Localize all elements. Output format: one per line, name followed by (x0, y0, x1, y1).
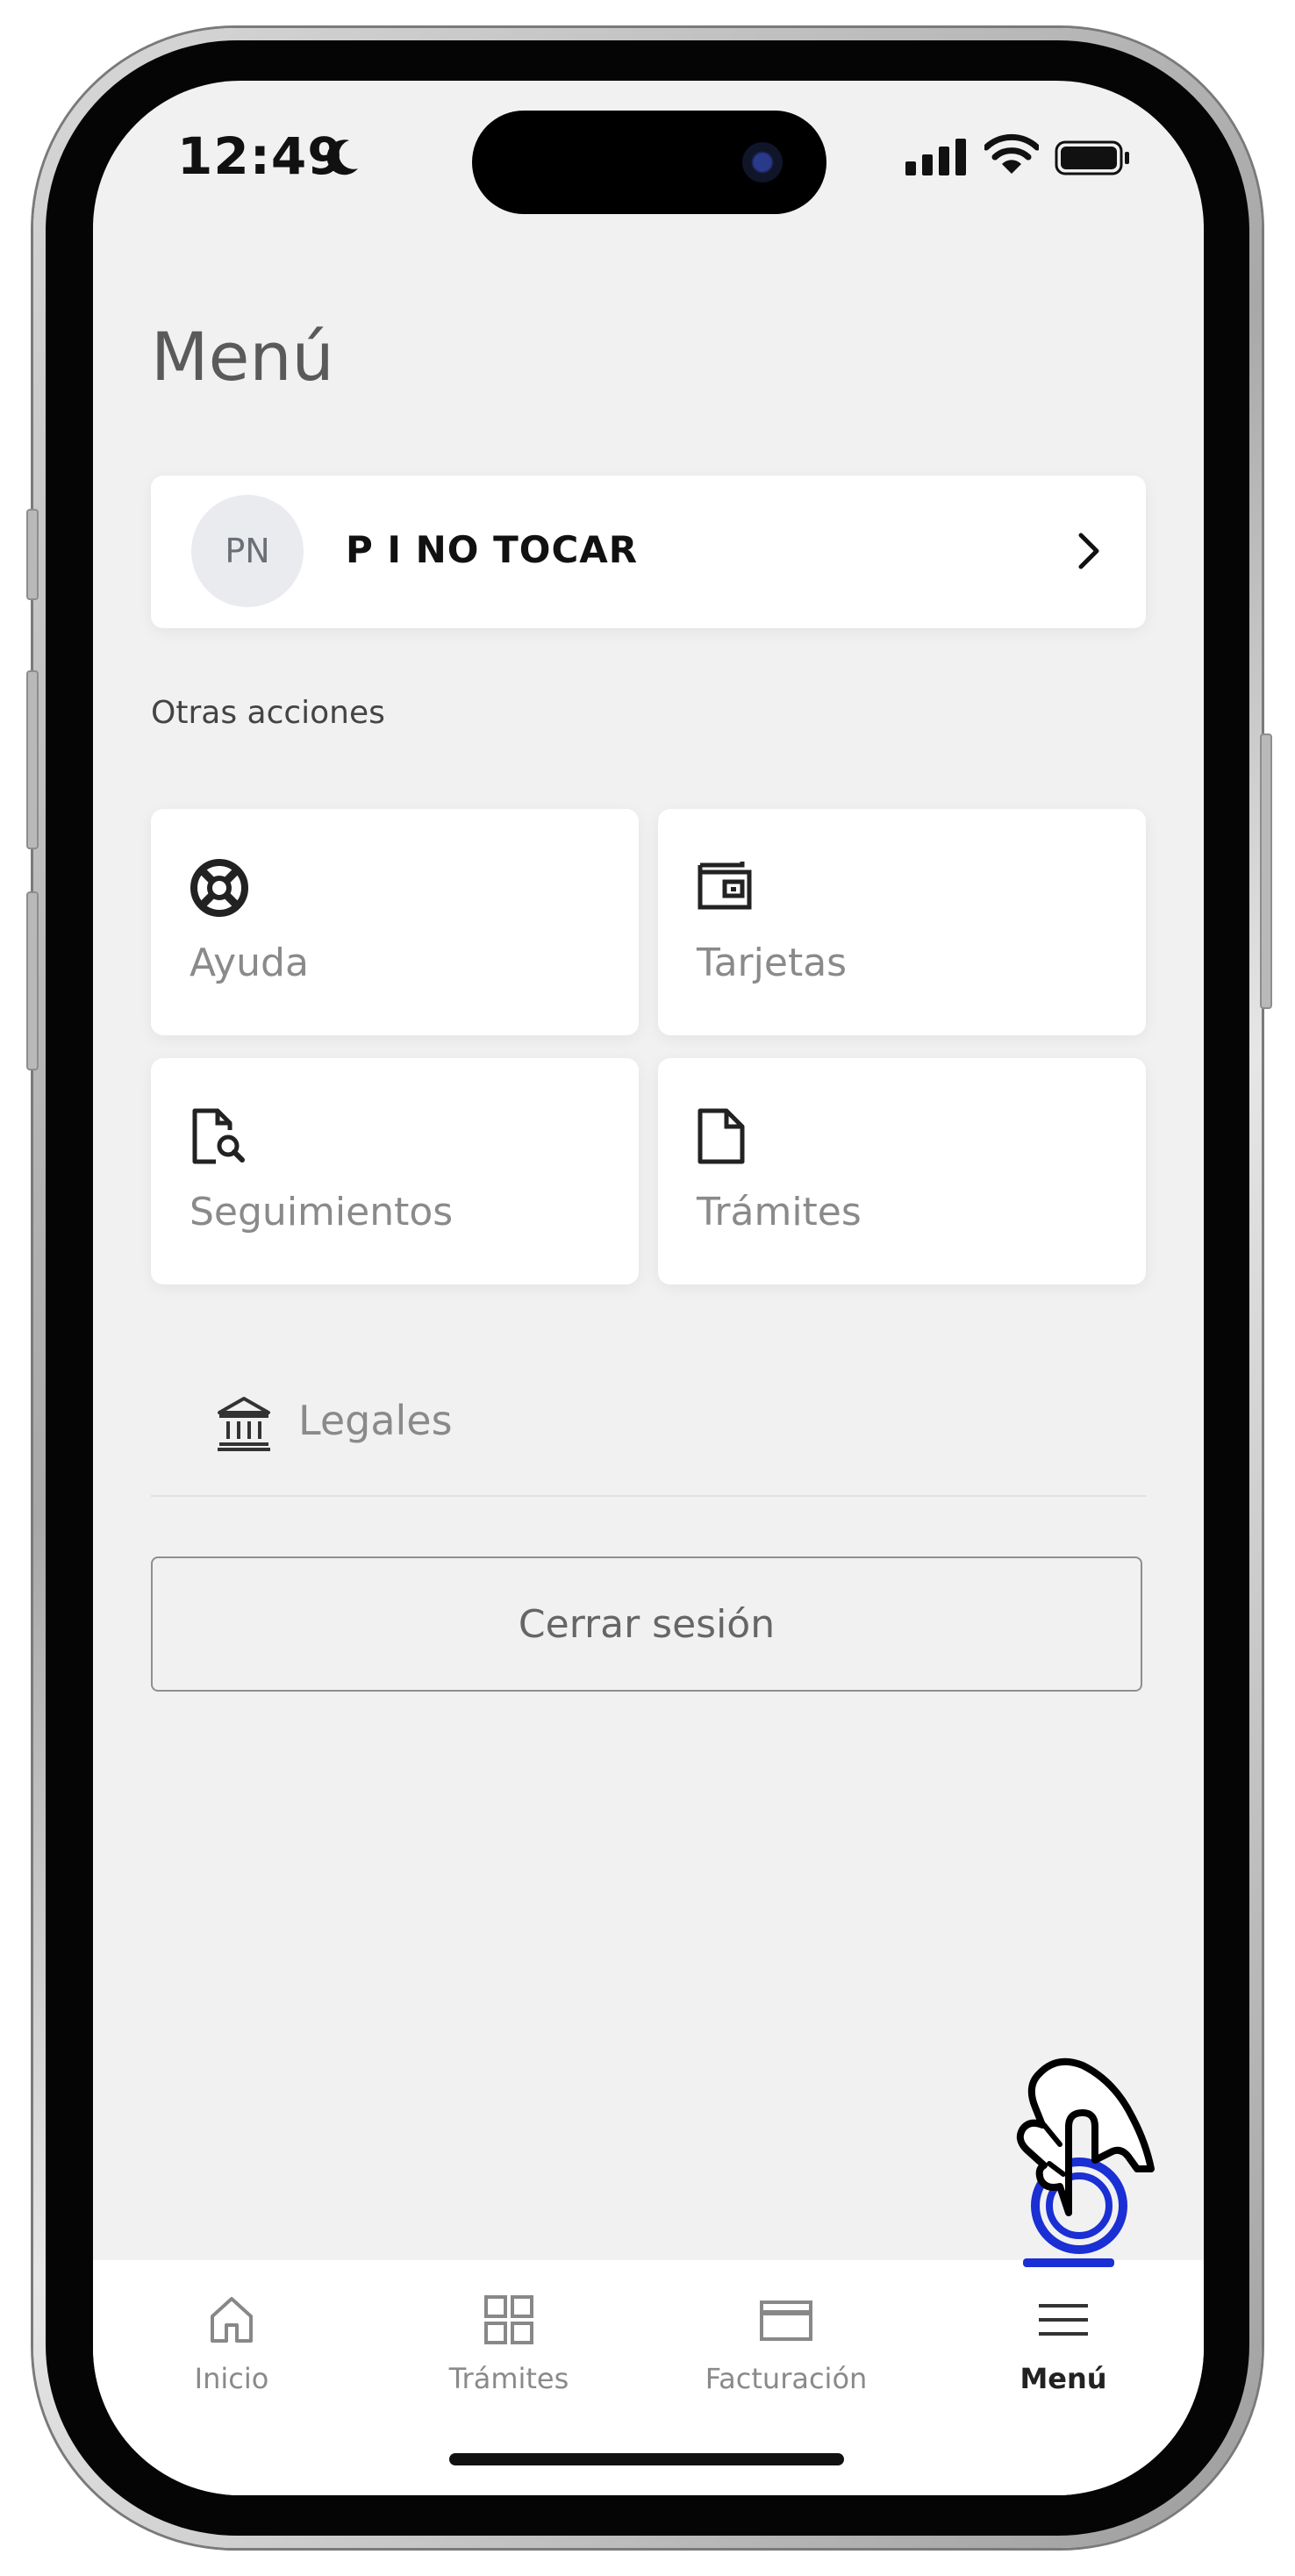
tile-label: Tarjetas (697, 941, 848, 985)
tile-seguimientos[interactable]: Seguimientos (151, 1058, 639, 1284)
tab-facturacion[interactable]: Facturación (648, 2260, 925, 2427)
document-search-icon (192, 1108, 245, 1164)
tab-label: Facturación (705, 2362, 868, 2395)
tab-inicio[interactable]: Inicio (93, 2260, 370, 2427)
tab-label: Menú (1020, 2362, 1107, 2395)
action-button (26, 509, 39, 600)
home-indicator (449, 2453, 844, 2465)
status-time: 12:49 (177, 126, 344, 186)
tile-label: Ayuda (190, 941, 309, 985)
signal-icon (905, 139, 966, 175)
volume-down-button (26, 891, 39, 1070)
avatar: PN (191, 495, 304, 607)
tile-tramites[interactable]: Trámites (658, 1058, 1146, 1284)
tile-label: Seguimientos (190, 1190, 454, 1234)
home-icon (211, 2297, 253, 2343)
tile-ayuda[interactable]: Ayuda (151, 809, 639, 1035)
wallet-icon (698, 862, 752, 910)
tab-tramites[interactable]: Trámites (370, 2260, 648, 2427)
document-icon (698, 1108, 745, 1164)
wifi-icon (984, 133, 1039, 174)
power-button (1260, 733, 1272, 1009)
logout-button[interactable]: Cerrar sesión (151, 1556, 1142, 1692)
tab-label: Trámites (448, 2362, 569, 2395)
camera-icon (742, 142, 783, 182)
section-label: Otras acciones (151, 695, 385, 731)
bank-icon[interactable] (216, 1395, 272, 1451)
profile-card[interactable]: PN P I NO TOCAR (151, 476, 1146, 628)
tap-hand-icon (1016, 2057, 1155, 2254)
tab-label: Inicio (194, 2362, 269, 2395)
grid-icon (484, 2295, 533, 2344)
tile-tarjetas[interactable]: Tarjetas (658, 809, 1146, 1035)
chevron-right-icon (1078, 533, 1099, 569)
phone-screen: 12:49 Menú PN P I NO TOCAR Otras accione… (93, 81, 1204, 2495)
tab-menu[interactable]: Menú (925, 2260, 1202, 2427)
moon-icon (326, 140, 358, 175)
legales-link[interactable]: Legales (298, 1397, 453, 1444)
battery-icon (1055, 140, 1129, 175)
volume-up-button (26, 670, 39, 849)
profile-name: P I NO TOCAR (346, 528, 639, 571)
lifebuoy-icon (190, 859, 248, 917)
page-title: Menú (151, 318, 334, 396)
hamburger-icon (1039, 2304, 1088, 2336)
card-icon (760, 2301, 812, 2341)
divider (151, 1495, 1146, 1497)
tile-label: Trámites (697, 1190, 862, 1234)
